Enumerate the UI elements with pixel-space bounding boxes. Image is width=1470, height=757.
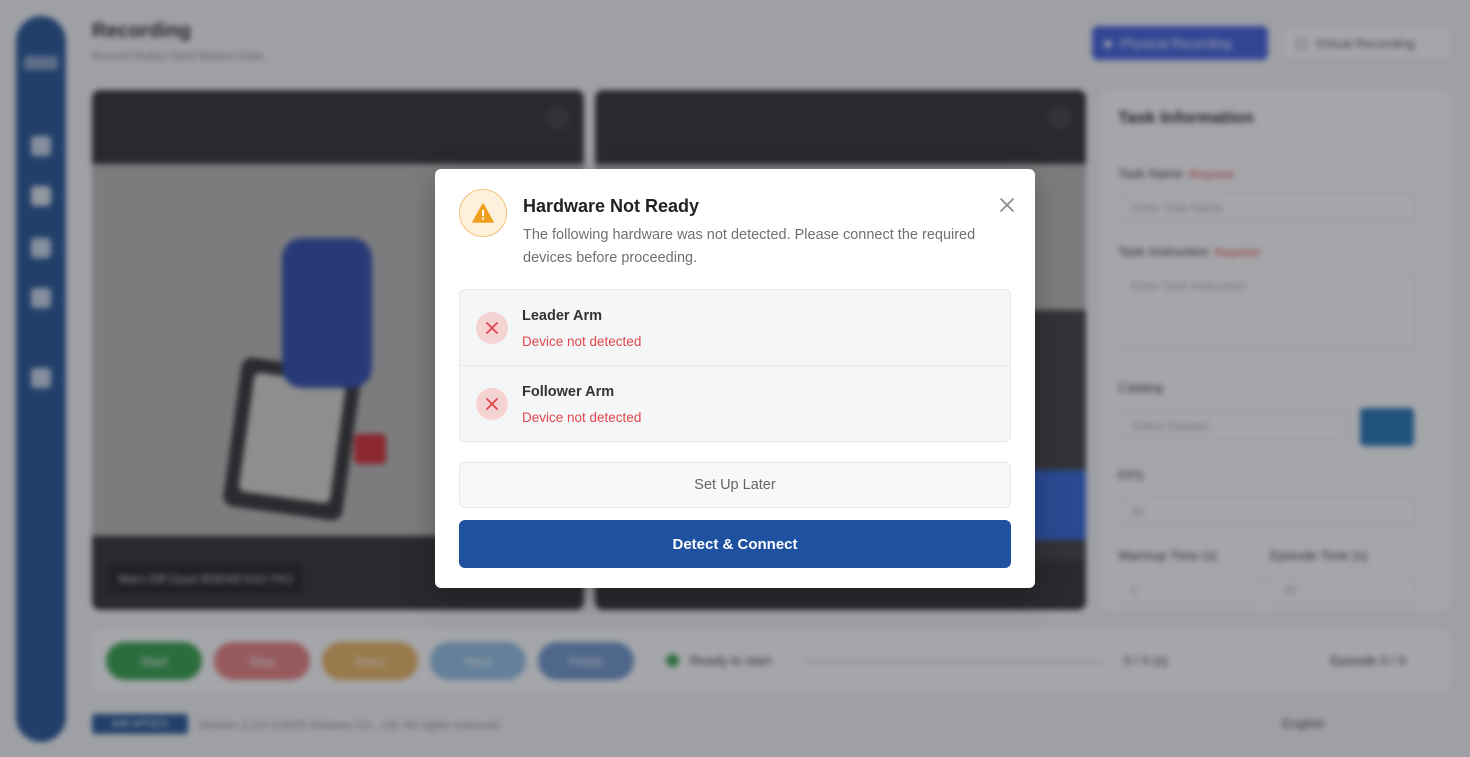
device-row-leader-arm: Leader Arm Device not detected xyxy=(460,290,1010,366)
set-up-later-button[interactable]: Set Up Later xyxy=(459,462,1011,508)
warning-icon xyxy=(459,189,507,237)
dialog-description: The following hardware was not detected.… xyxy=(523,227,976,266)
device-status: Device not detected xyxy=(522,334,642,349)
missing-device-list: Leader Arm Device not detected Follower … xyxy=(459,289,1011,442)
device-status: Device not detected xyxy=(522,410,642,425)
close-icon[interactable] xyxy=(997,195,1017,215)
device-name: Follower Arm xyxy=(522,384,615,400)
device-name: Leader Arm xyxy=(522,308,603,324)
error-x-icon xyxy=(476,388,508,420)
detect-and-connect-button[interactable]: Detect & Connect xyxy=(459,520,1011,568)
error-x-icon xyxy=(476,312,508,344)
dialog-title: Hardware Not Ready xyxy=(523,196,700,216)
device-row-follower-arm: Follower Arm Device not detected xyxy=(460,366,1010,441)
hardware-not-ready-dialog: Hardware Not Ready The following hardwar… xyxy=(435,169,1035,588)
